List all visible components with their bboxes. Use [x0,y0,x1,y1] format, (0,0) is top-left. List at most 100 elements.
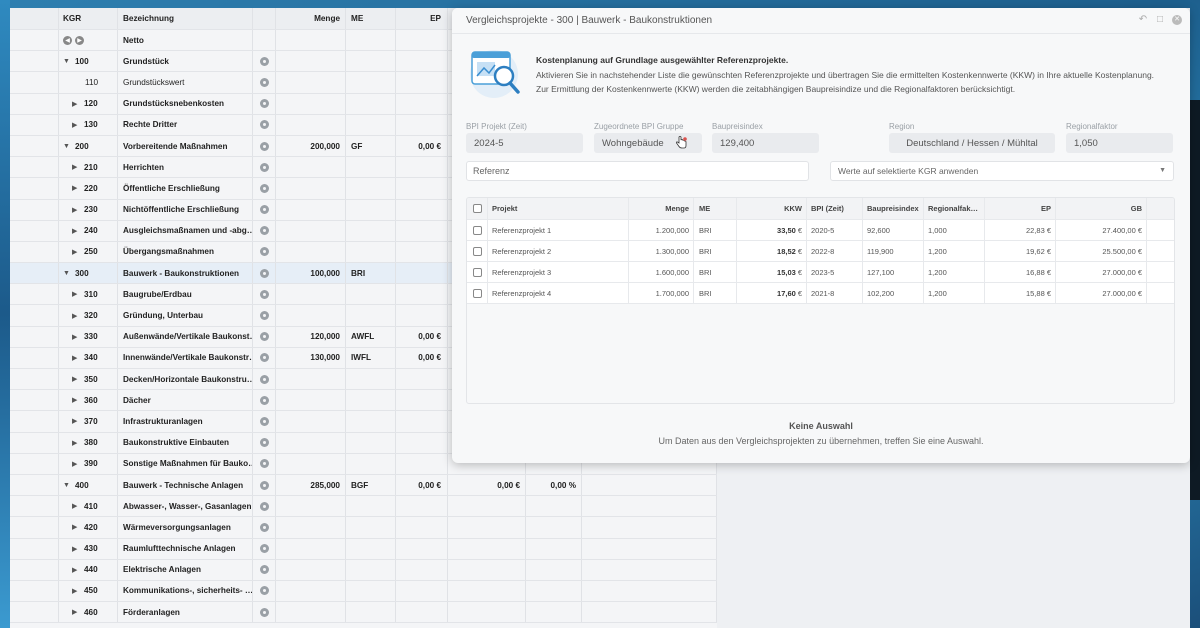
grid-header-kgr[interactable]: KGR [59,8,118,29]
caret-down-icon[interactable]: ▼ [63,270,75,277]
caret-down-icon[interactable]: ▼ [63,143,75,150]
kgr-menge[interactable]: 100,000 [276,263,346,284]
ptable-header-ep[interactable]: EP [985,198,1056,219]
gear-icon[interactable] [259,247,269,257]
kgr-menge[interactable]: 285,000 [276,474,346,496]
caret-right-icon[interactable]: ▶ [72,396,84,404]
gear-icon[interactable] [259,374,269,384]
kgr-me[interactable] [346,538,396,559]
gear-icon[interactable] [259,522,269,532]
row-checkbox[interactable] [472,267,482,277]
gear-icon[interactable] [259,501,269,511]
caret-right-icon[interactable]: ▶ [72,417,84,425]
row-checkbox[interactable] [472,246,482,256]
kgr-me[interactable] [346,432,396,453]
kgr-row[interactable]: ▶ 460 Förderanlagen [10,602,717,624]
ptable-header-menge[interactable]: Menge [629,198,694,219]
kgr-menge[interactable]: 200,000 [276,135,346,157]
referenzprojekt-row[interactable]: Referenzprojekt 2 1.300,000 BRI 18,52 €2022-… [467,241,1174,262]
gear-icon[interactable] [259,141,269,151]
kgr-me[interactable] [346,580,396,602]
gear-icon[interactable] [259,311,269,321]
kgr-me[interactable] [346,93,396,114]
gear-icon[interactable] [259,120,269,130]
kgr-menge[interactable] [276,517,346,538]
kgr-menge[interactable] [276,220,346,241]
kgr-me[interactable] [346,369,396,390]
kgr-me[interactable] [346,241,396,263]
kgr-me[interactable]: IWFL [346,347,396,368]
kgr-menge[interactable] [276,580,346,602]
gear-icon[interactable] [259,565,269,575]
kgr-menge[interactable] [276,369,346,390]
grid-header-me[interactable]: ME [346,8,396,29]
gear-icon[interactable] [259,438,269,448]
caret-right-icon[interactable]: ▶ [72,439,84,447]
caret-down-icon[interactable]: ▼ [63,482,75,489]
caret-right-icon[interactable]: ▶ [72,184,84,192]
kgr-me[interactable] [346,284,396,305]
gear-icon[interactable] [259,226,269,236]
row-checkbox[interactable] [472,225,482,235]
kgr-me[interactable] [346,305,396,326]
kgr-menge[interactable] [276,559,346,580]
kgr-me[interactable] [346,517,396,538]
caret-right-icon[interactable]: ▶ [72,375,84,383]
caret-right-icon[interactable]: ▶ [72,100,84,108]
gear-icon[interactable] [259,183,269,193]
kgr-menge[interactable] [276,199,346,220]
kgr-me[interactable] [346,559,396,580]
kgr-menge[interactable] [276,432,346,453]
kgr-me[interactable] [346,453,396,474]
kgr-menge[interactable] [276,305,346,326]
kgr-row[interactable]: ▼ 400 Bauwerk - Technische Anlagen 285,000 B… [10,474,717,497]
kgr-me[interactable] [346,114,396,135]
caret-right-icon[interactable]: ▶ [72,545,84,553]
kgr-menge[interactable] [276,390,346,411]
caret-right-icon[interactable]: ▶ [72,354,84,362]
kgr-menge[interactable] [276,241,346,263]
grid-header-menge[interactable]: Menge [276,8,346,29]
kgr-me[interactable] [346,220,396,241]
gear-icon[interactable] [259,416,269,426]
kgr-me[interactable] [346,496,396,517]
kgr-menge[interactable] [276,284,346,305]
kgr-menge[interactable] [276,411,346,432]
kgr-menge[interactable] [276,602,346,623]
kgr-menge[interactable] [276,538,346,559]
gear-icon[interactable] [259,607,269,617]
gear-icon[interactable] [259,586,269,596]
kgr-me[interactable] [346,51,396,72]
caret-right-icon[interactable]: ▶ [72,608,84,616]
kgr-menge[interactable] [276,496,346,517]
kgr-me[interactable] [346,157,396,178]
kgr-me[interactable] [346,411,396,432]
caret-right-icon[interactable]: ▶ [72,121,84,129]
caret-right-icon[interactable]: ▶ [72,523,84,531]
kgr-menge[interactable] [276,51,346,72]
kgr-me[interactable]: BRI [346,263,396,284]
caret-right-icon[interactable]: ▶ [72,460,84,468]
caret-right-icon[interactable]: ▶ [72,312,84,320]
gear-icon[interactable] [259,268,269,278]
gear-icon[interactable] [259,353,269,363]
kgr-row[interactable]: ▶ 410 Abwasser-, Wasser-, Gasanlagen [10,496,717,518]
caret-right-icon[interactable]: ▶ [72,333,84,341]
referenzprojekt-row[interactable]: Referenzprojekt 3 1.600,000 BRI 15,03 €2023-… [467,262,1174,283]
caret-right-icon[interactable]: ▶ [72,248,84,256]
referenzprojekt-row[interactable]: Referenzprojekt 4 1.700,000 BRI 17,60 €2021-… [467,283,1174,304]
gear-icon[interactable] [259,395,269,405]
kgr-menge[interactable] [276,157,346,178]
gear-icon[interactable] [259,332,269,342]
referenzprojekt-row[interactable]: Referenzprojekt 1 1.200,000 BRI 33,50 €2020-… [467,220,1174,241]
caret-right-icon[interactable]: ▶ [72,206,84,214]
kgr-row[interactable]: ▶ 420 Wärmeversorgungsanlagen [10,517,717,539]
ptable-header-baupreisindex[interactable]: Baupreisindex [863,198,924,219]
grid-header-bezeichnung[interactable]: Bezeichnung [118,8,253,29]
kgr-me[interactable] [346,178,396,199]
apply-kgr-select[interactable]: Werte auf selektierte KGR anwenden ▼ [830,161,1174,181]
gear-icon[interactable] [259,77,269,87]
gear-icon[interactable] [259,205,269,215]
kgr-menge[interactable] [276,72,346,93]
ptable-header-kkw[interactable]: KKW [737,198,807,219]
